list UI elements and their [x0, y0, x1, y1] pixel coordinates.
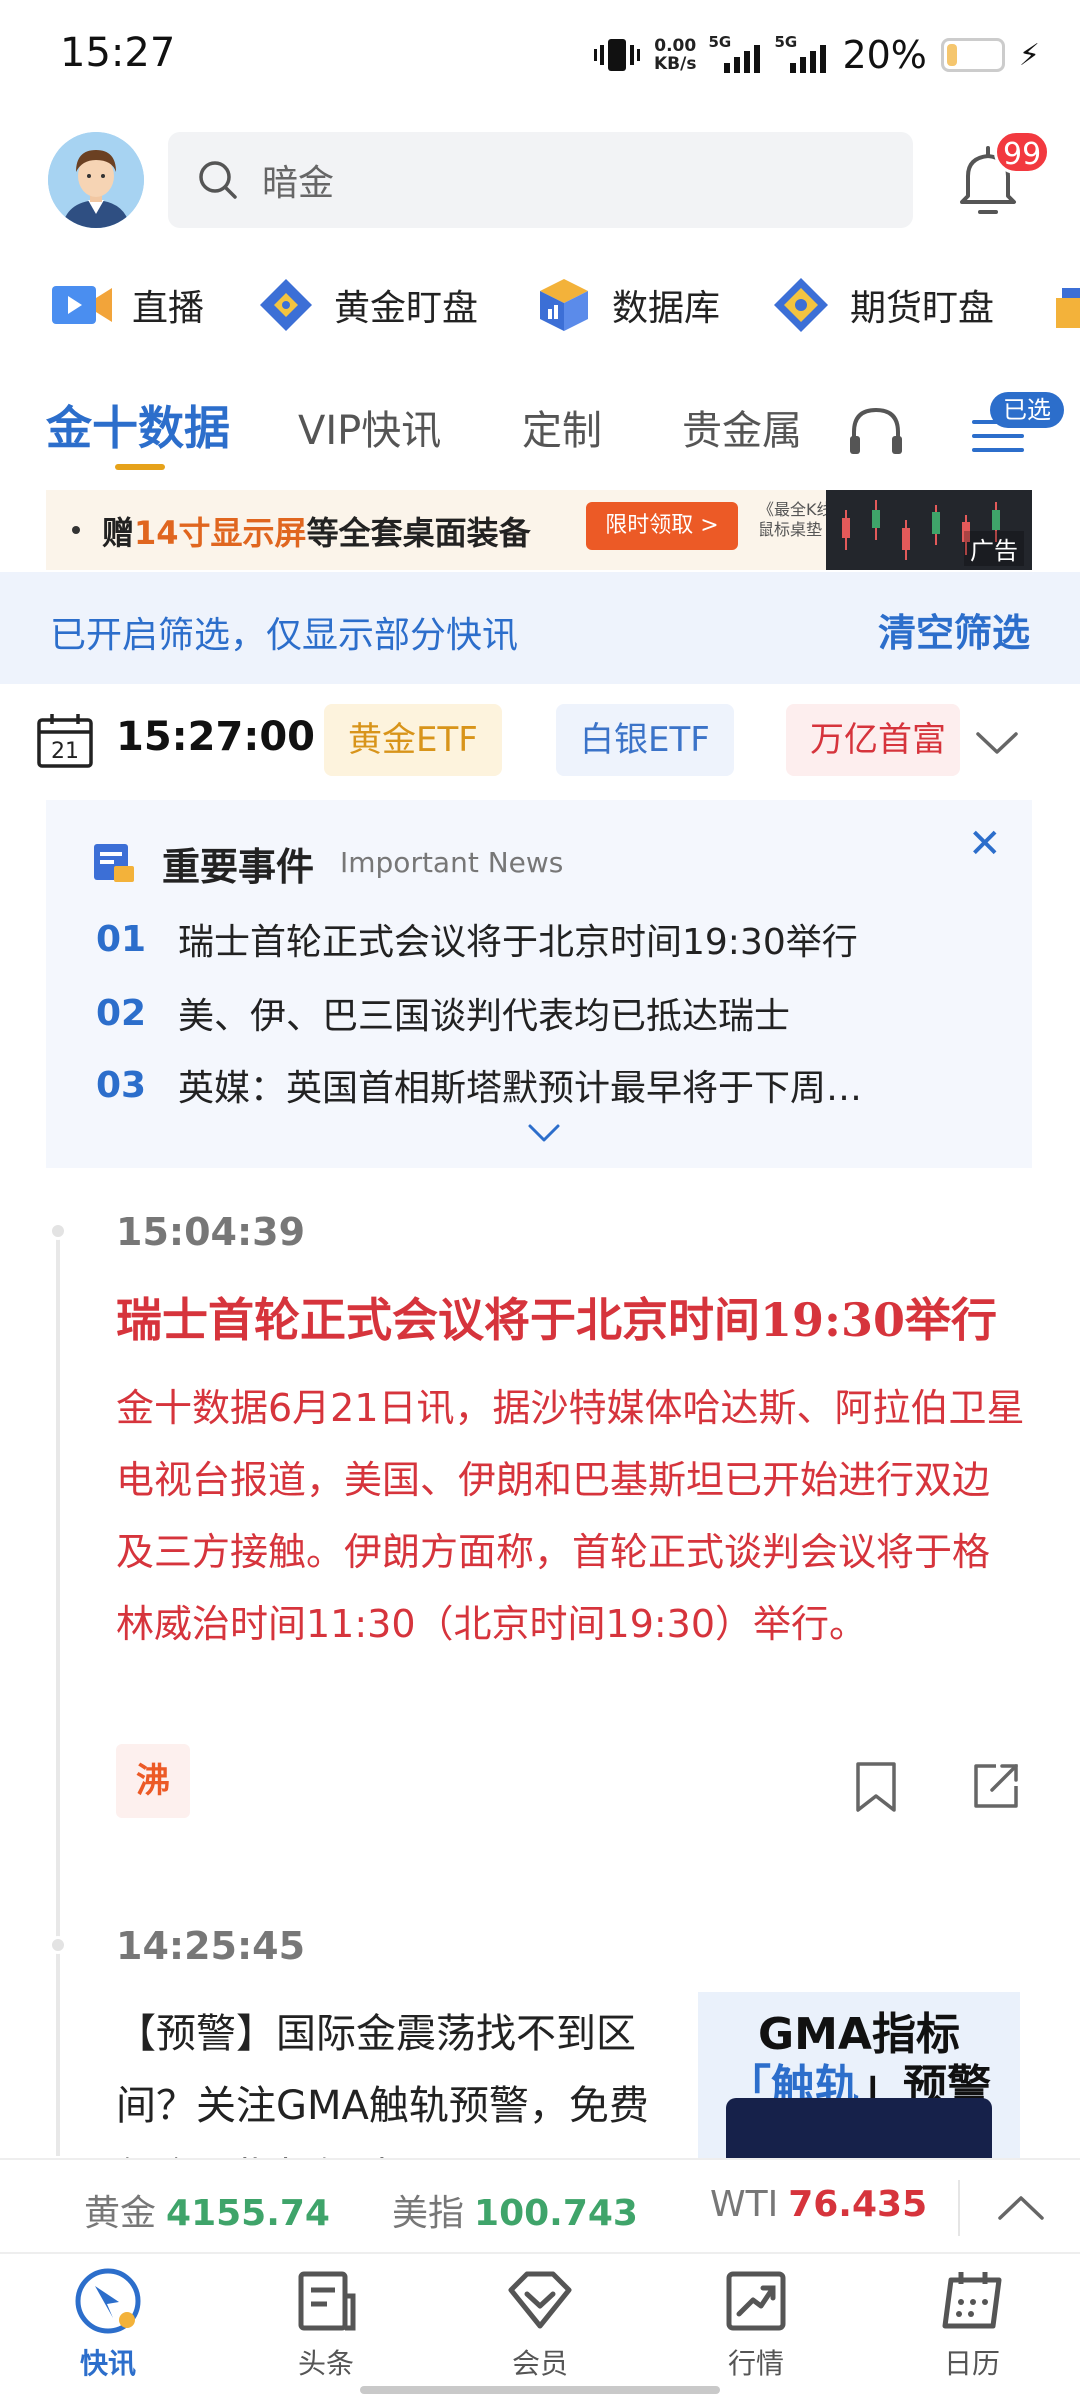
promo-chart-image: [726, 2098, 992, 2160]
bullet-dot: [72, 526, 80, 534]
nav-calendar[interactable]: 日历: [902, 2266, 1042, 2396]
tab-jin10-data[interactable]: 金十数据: [46, 392, 230, 458]
ticker-wti[interactable]: WTI 76.435: [710, 2184, 927, 2225]
nav-headlines[interactable]: 头条: [256, 2266, 396, 2396]
bottom-nav: 快讯 头条 会员 行情 日历: [0, 2256, 1080, 2400]
chevron-up-icon[interactable]: [996, 2188, 1046, 2228]
news-time: 15:04:39: [116, 1210, 306, 1254]
tab-bar: 金十数据 VIP快讯 定制 贵金属: [0, 392, 1080, 482]
calendar-nav-icon: [942, 2272, 1002, 2329]
important-news-title: 重要事件: [162, 845, 315, 889]
ad-banner[interactable]: 赠14寸显示屏等全套桌面装备 限时领取 > 《最全K线》 鼠标桌垫 广告: [46, 490, 1032, 570]
search-icon: [199, 161, 237, 199]
notification-badge: 99: [994, 130, 1051, 174]
news-doc-icon: [94, 844, 134, 882]
ticker-dxy[interactable]: 美指 100.743: [392, 2184, 638, 2236]
quick-nav-database[interactable]: 数据库: [534, 268, 720, 342]
news-headline[interactable]: 瑞士首轮正式会议将于北京时间19:30举行: [116, 1284, 1046, 1350]
date-row: 21 15:27:00 黄金ETF 白银ETF 万亿首富: [0, 700, 1080, 786]
nav-membership[interactable]: 会员: [470, 2266, 610, 2396]
news-promo-image[interactable]: GMA指标 「触轨」预警: [698, 1992, 1020, 2160]
net-speed: 0.00 KB/s: [653, 36, 697, 74]
current-time: 15:27:00: [116, 714, 315, 760]
timeline-dot: [49, 1222, 67, 1240]
quick-nav-futures-watch[interactable]: 期货盯盘: [770, 268, 994, 342]
ad-label: 广告: [964, 531, 1024, 566]
more-nav-icon[interactable]: [1048, 278, 1080, 334]
tab-vip-flash[interactable]: VIP快讯: [298, 398, 441, 456]
tab-precious-metals[interactable]: 贵金属: [682, 398, 802, 456]
news-promo-text[interactable]: 【预警】国际金震荡找不到区间？关注GMA触轨预警，免费领今日指标解读 >: [116, 1998, 676, 2158]
filter-selected-badge: 已选: [990, 392, 1064, 428]
signal-icon: 5G: [708, 33, 762, 73]
bookmark-icon[interactable]: [852, 1762, 900, 1812]
ticker-gold[interactable]: 黄金 4155.74: [84, 2184, 330, 2236]
gold-diamond-icon: [260, 279, 312, 331]
active-tab-indicator: [115, 464, 165, 470]
hot-tag: 沸: [116, 1744, 190, 1818]
battery-percent: 20%: [842, 33, 927, 77]
market-chart-icon: [726, 2271, 786, 2331]
nav-market[interactable]: 行情: [686, 2266, 826, 2396]
status-bar: 15:27 0.00 KB/s 5G 5G 20% ⚡: [0, 0, 1080, 110]
status-icons: 0.00 KB/s 5G 5G 20% ⚡: [593, 30, 1040, 80]
chevron-down-icon[interactable]: [972, 718, 1022, 768]
nav-flash[interactable]: 快讯: [38, 2266, 178, 2396]
signal-icon: 5G: [774, 33, 828, 73]
filter-status-bar: 已开启筛选，仅显示部分快讯 清空筛选: [0, 572, 1080, 684]
quick-nav-gold-watch[interactable]: 黄金盯盘: [256, 268, 478, 342]
search-placeholder: 暗金: [262, 163, 335, 204]
news-time: 14:25:45: [116, 1924, 306, 1968]
ad-claim-button[interactable]: 限时领取 >: [586, 502, 738, 550]
home-indicator[interactable]: [360, 2386, 720, 2394]
database-cube-icon: [540, 279, 588, 331]
chip-silver-etf[interactable]: 白银ETF: [556, 704, 734, 776]
tab-custom[interactable]: 定制: [522, 398, 602, 456]
important-news-card: 重要事件 Important News ✕ 01 瑞士首轮正式会议将于北京时间1…: [46, 800, 1032, 1168]
quick-nav-live[interactable]: 直播: [50, 268, 204, 342]
ad-text: 赠14寸显示屏等全套桌面装备: [102, 514, 531, 552]
headlines-icon: [298, 2271, 356, 2331]
charging-icon: ⚡: [1018, 37, 1040, 73]
avatar-icon: [48, 132, 144, 228]
calendar-icon[interactable]: 21: [36, 712, 94, 770]
share-icon[interactable]: [972, 1762, 1020, 1810]
timeline-line: [56, 1226, 60, 2156]
important-news-item[interactable]: 02 美、伊、巴三国谈判代表均已抵达瑞士: [96, 988, 1006, 1038]
chip-gold-etf[interactable]: 黄金ETF: [324, 704, 502, 776]
futures-diamond-icon: [774, 278, 828, 332]
battery-icon: [940, 38, 1005, 72]
chip-trillion-richest[interactable]: 万亿首富: [786, 704, 960, 776]
calendar-day: 21: [51, 739, 79, 764]
quick-nav: 直播 黄金盯盘 数据库 期货盯盘: [0, 268, 1080, 342]
expand-chevron-icon[interactable]: [526, 1118, 562, 1148]
news-body[interactable]: 金十数据6月21日讯，据沙特媒体哈达斯、阿拉伯卫星电视台报道，美国、伊朗和巴基斯…: [116, 1372, 1026, 1660]
status-time: 15:27: [60, 30, 176, 76]
flash-news-icon: [75, 2268, 141, 2334]
avatar[interactable]: [48, 132, 144, 228]
timeline-dot: [49, 1936, 67, 1954]
important-news-item[interactable]: 03 英媒：英国首相斯塔默预计最早将于下周…: [96, 1060, 1006, 1110]
important-news-subtitle: Important News: [340, 846, 564, 879]
vip-diamond-icon: [508, 2271, 572, 2329]
search-bar[interactable]: 暗金: [168, 132, 913, 228]
close-icon[interactable]: ✕: [968, 824, 1002, 864]
video-icon: [52, 286, 112, 324]
ticker-divider: [958, 2180, 960, 2236]
filter-message: 已开启筛选，仅显示部分快讯: [50, 615, 519, 656]
clear-filter-button[interactable]: 清空筛选: [878, 602, 1030, 657]
headset-icon[interactable]: [846, 402, 906, 462]
price-ticker[interactable]: 黄金 4155.74 美指 100.743 WTI 76.435: [0, 2158, 1080, 2254]
important-news-item[interactable]: 01 瑞士首轮正式会议将于北京时间19:30举行: [96, 914, 1006, 964]
vibrate-icon: [593, 39, 640, 71]
